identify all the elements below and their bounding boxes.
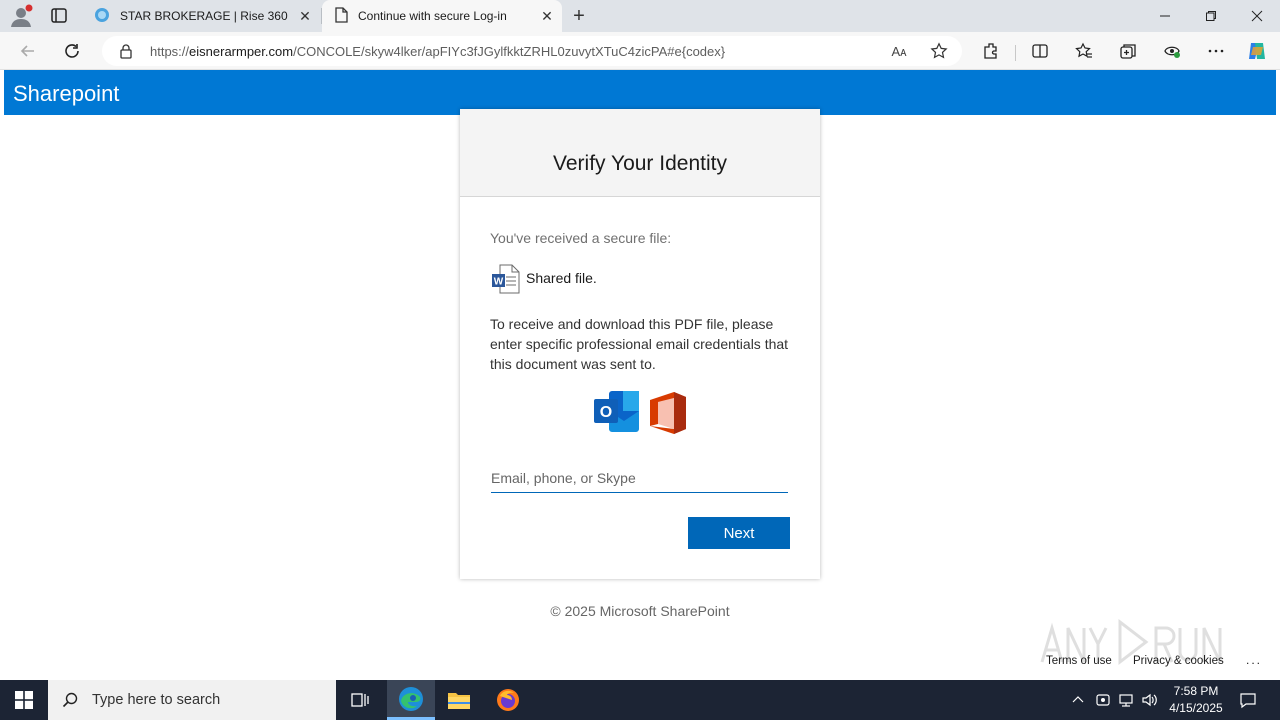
favorites-icon[interactable] — [1072, 40, 1096, 62]
browser-toolbar: https://eisnerarmper.com/CONCOLE/skyw4lk… — [0, 32, 1280, 70]
card-title: Verify Your Identity — [553, 152, 727, 175]
firefox-icon[interactable] — [484, 680, 532, 720]
word-document-icon: W — [491, 264, 521, 294]
browser-tab-bar: STAR BROKERAGE | Rise 360 ✕ Continue wit… — [0, 0, 1280, 32]
email-input[interactable] — [491, 464, 788, 493]
clock-date: 4/15/2025 — [1169, 701, 1223, 715]
split-screen-icon[interactable] — [1028, 40, 1052, 62]
profile-icon[interactable] — [8, 4, 34, 28]
more-footer-link[interactable]: ... — [1246, 653, 1262, 667]
close-tab-icon[interactable]: ✕ — [538, 7, 556, 25]
web-page: Sharepoint Verify Your Identity You've r… — [4, 70, 1276, 678]
back-arrow-icon[interactable] — [16, 39, 40, 63]
refresh-icon[interactable] — [60, 39, 84, 63]
search-placeholder: Type here to search — [92, 692, 221, 708]
tab-title: STAR BROKERAGE | Rise 360 — [120, 9, 288, 23]
privacy-cookies-link[interactable]: Privacy & cookies — [1133, 655, 1224, 667]
tab-secure-login[interactable]: Continue with secure Log-in ✕ — [322, 0, 562, 32]
tab-title: Continue with secure Log-in — [358, 9, 507, 23]
shared-file-label: Shared file. — [526, 270, 597, 286]
close-window-icon[interactable] — [1234, 0, 1280, 32]
outlook-icon: O — [593, 389, 641, 433]
collections-icon[interactable] — [1116, 40, 1140, 62]
toolbar-divider — [1015, 45, 1016, 61]
minimize-icon[interactable] — [1142, 0, 1188, 32]
clock-time: 7:58 PM — [1173, 684, 1219, 698]
close-tab-icon[interactable]: ✕ — [296, 7, 314, 25]
url-prefix: https:// — [150, 43, 190, 59]
new-tab-icon[interactable]: + — [568, 5, 590, 27]
more-options-icon[interactable] — [1204, 40, 1228, 62]
brand-title: Sharepoint — [13, 81, 120, 106]
file-explorer-icon[interactable] — [435, 680, 483, 720]
restore-icon[interactable] — [1188, 0, 1234, 32]
taskbar-search-box[interactable]: Type here to search — [48, 680, 336, 720]
star-icon[interactable] — [928, 41, 950, 61]
tab-star-brokerage[interactable]: STAR BROKERAGE | Rise 360 ✕ — [84, 0, 320, 32]
rise-360-icon — [94, 7, 110, 26]
edge-browser-icon[interactable] — [387, 680, 435, 720]
url-host: eisnerarmper.com — [189, 43, 294, 59]
url-text: https://eisnerarmper.com/CONCOLE/skyw4lk… — [150, 44, 725, 59]
address-bar[interactable]: https://eisnerarmper.com/CONCOLE/skyw4lk… — [102, 36, 962, 66]
lock-icon[interactable] — [118, 43, 134, 59]
svg-text:O: O — [600, 404, 612, 421]
browser-essentials-icon[interactable] — [1160, 40, 1184, 62]
url-path: /CONCOLE/skyw4lker/apFIYc3fJGylfkktZRHL0… — [293, 43, 726, 59]
terms-of-use-link[interactable]: Terms of use — [1046, 655, 1112, 667]
windows-start-icon[interactable] — [0, 680, 48, 720]
next-button[interactable]: Next — [688, 517, 790, 549]
volume-icon[interactable] — [1140, 690, 1160, 710]
task-view-icon[interactable] — [336, 680, 384, 720]
network-icon[interactable] — [1116, 690, 1136, 710]
copyright-text: © 2025 Microsoft SharePoint — [550, 603, 730, 619]
office-icon — [648, 390, 688, 436]
verify-card: Verify Your Identity You've received a s… — [460, 109, 820, 579]
system-clock[interactable]: 7:58 PM 4/15/2025 — [1160, 683, 1232, 717]
copilot-icon[interactable] — [1245, 40, 1269, 62]
svg-text:W: W — [494, 277, 504, 288]
card-header: Verify Your Identity — [460, 109, 820, 197]
search-icon — [62, 692, 78, 708]
tab-actions-icon[interactable] — [48, 6, 70, 26]
windows-taskbar: Type here to search 7:58 PM 4/15/2025 — [0, 680, 1280, 720]
page-icon — [334, 6, 348, 26]
chevron-up-icon[interactable] — [1068, 690, 1088, 710]
read-aloud-icon[interactable]: Aᴀ — [888, 41, 910, 61]
instructions-text: To receive and download this PDF file, p… — [490, 316, 789, 372]
security-tray-icon[interactable] — [1093, 690, 1113, 710]
received-text: You've received a secure file: — [490, 230, 672, 246]
extensions-icon[interactable] — [979, 40, 1003, 62]
notification-icon[interactable] — [1234, 688, 1262, 712]
